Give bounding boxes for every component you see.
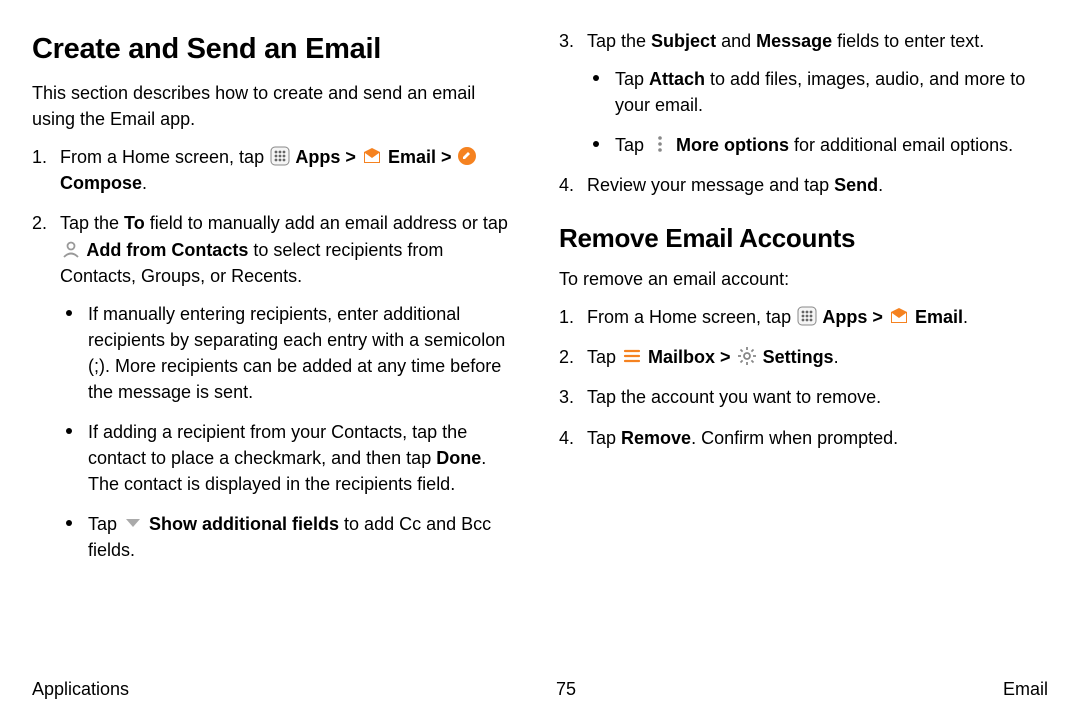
settings-icon (737, 346, 757, 366)
email-icon (362, 146, 382, 166)
remove-step-1: From a Home screen, tap Apps > Email. (559, 304, 1048, 330)
footer-left: Applications (32, 676, 129, 702)
apps-icon (797, 306, 817, 326)
sub-more-options: Tap More options for additional email op… (587, 132, 1048, 158)
footer-page-number: 75 (556, 676, 576, 702)
remove-step-4: Tap Remove. Confirm when prompted. (559, 425, 1048, 451)
email-icon (889, 306, 909, 326)
sub-contacts: If adding a recipient from your Contacts… (60, 419, 521, 497)
left-column: Create and Send an Email This section de… (32, 28, 521, 670)
sub-attach: Tap Attach to add files, images, audio, … (587, 66, 1048, 118)
page-footer: Applications 75 Email (32, 670, 1048, 702)
chevron-down-icon (123, 513, 143, 533)
more-options-icon (650, 134, 670, 154)
right-column: Tap the Subject and Message fields to en… (559, 28, 1048, 670)
remove-step-3: Tap the account you want to remove. (559, 384, 1048, 410)
intro-text: This section describes how to create and… (32, 80, 521, 132)
apps-icon (270, 146, 290, 166)
heading-create-send: Create and Send an Email (32, 28, 521, 70)
contacts-icon (61, 239, 81, 259)
step-2: Tap the To field to manually add an emai… (32, 210, 521, 563)
step-3: Tap the Subject and Message fields to en… (559, 28, 1048, 158)
step-1: From a Home screen, tap Apps > Email > C… (32, 144, 521, 196)
sub-manual: If manually entering recipients, enter a… (60, 301, 521, 405)
compose-icon (457, 146, 477, 166)
remove-step-2: Tap Mailbox > Settings. (559, 344, 1048, 370)
footer-right: Email (1003, 676, 1048, 702)
sub-show-fields: Tap Show additional fields to add Cc and… (60, 511, 521, 563)
mailbox-icon (622, 346, 642, 366)
step-4: Review your message and tap Send. (559, 172, 1048, 198)
intro-remove: To remove an email account: (559, 266, 1048, 292)
heading-remove-accounts: Remove Email Accounts (559, 220, 1048, 258)
